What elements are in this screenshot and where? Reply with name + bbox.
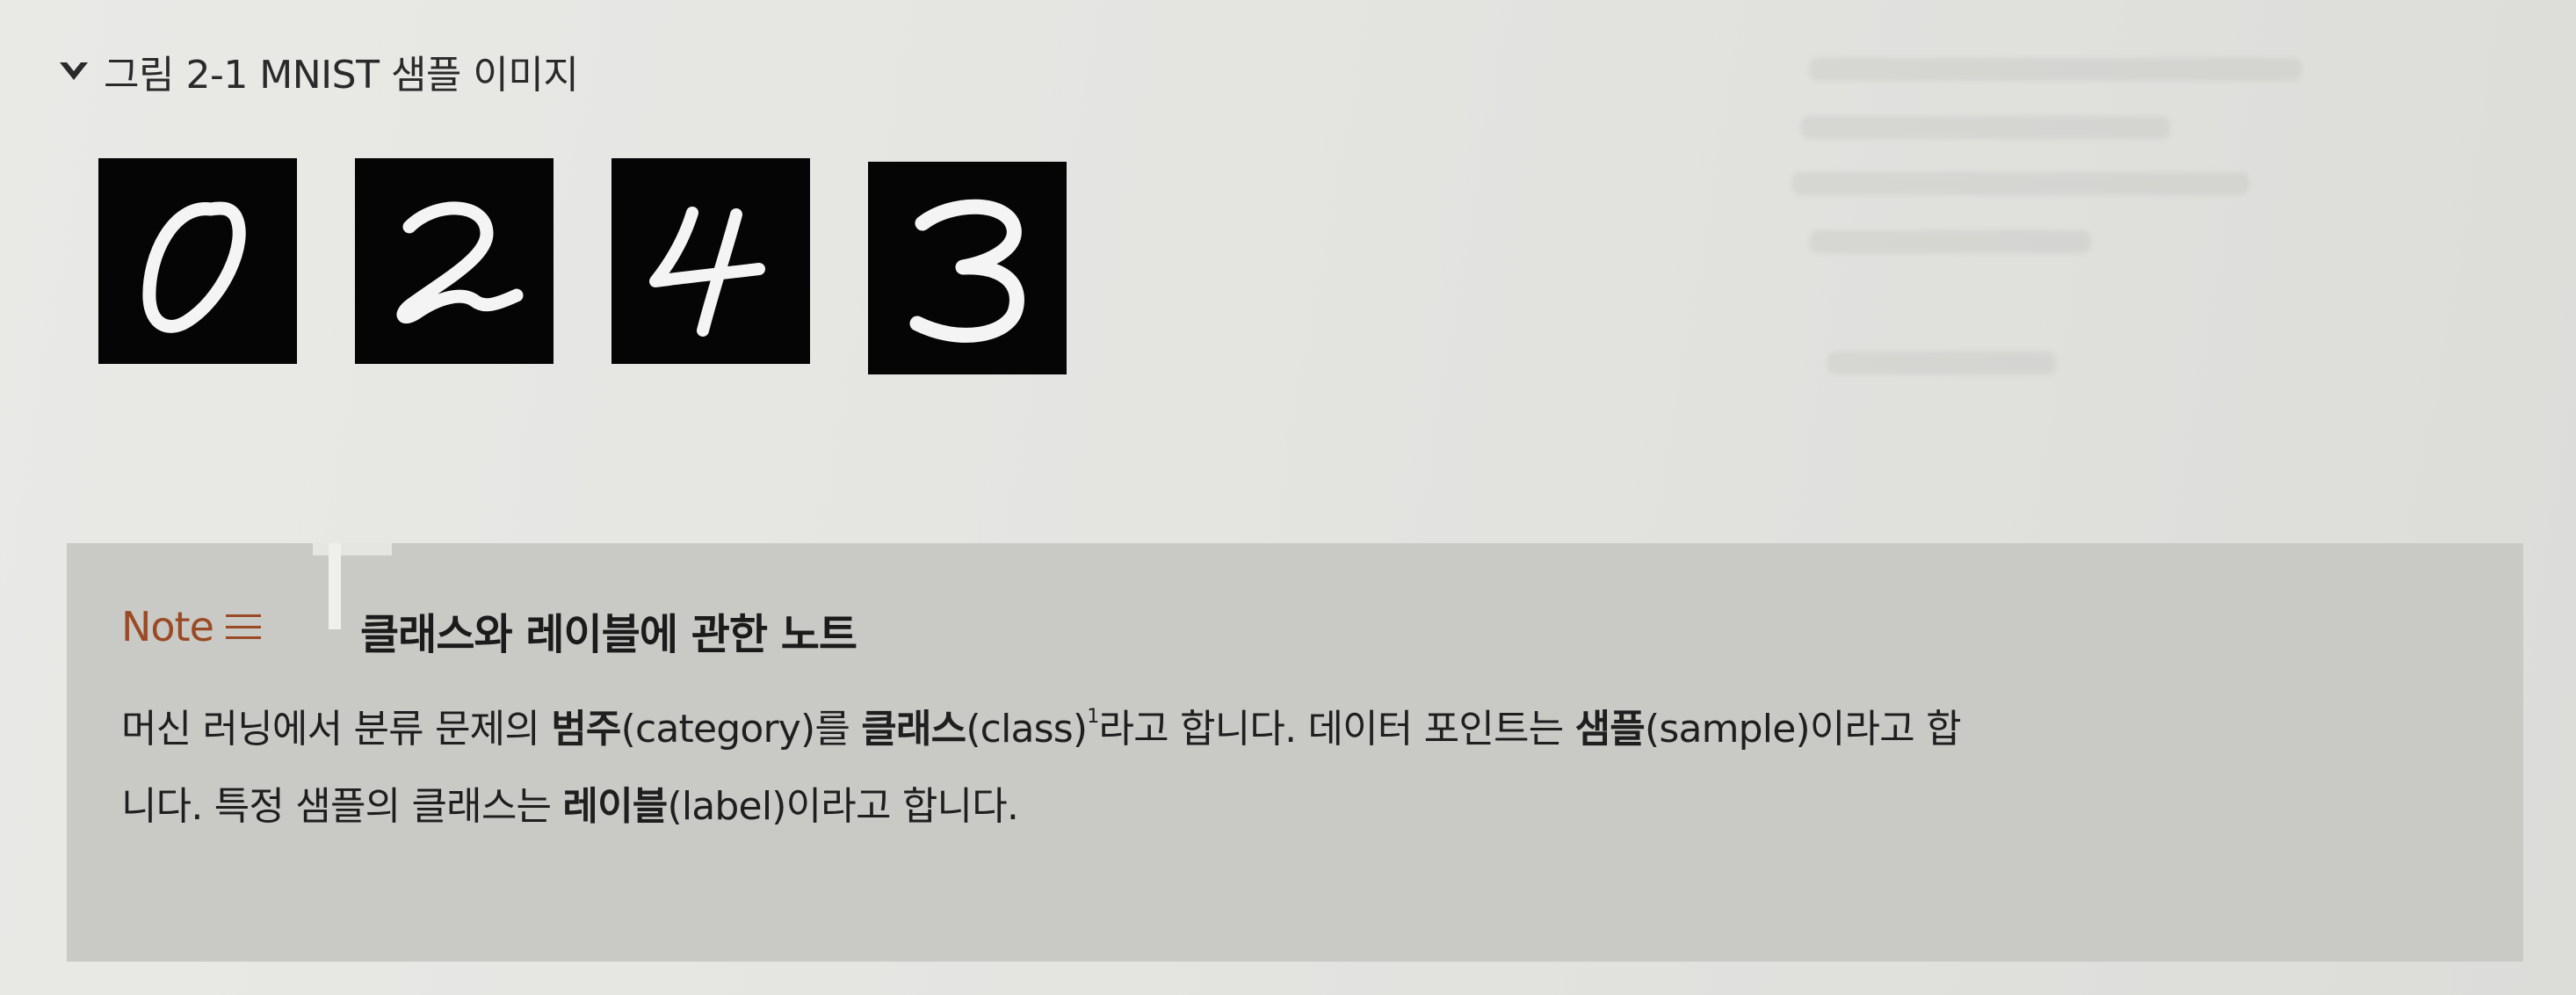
note-body: 머신 러닝에서 분류 문제의 범주(category)를 클래스(class)1… xyxy=(121,691,2493,846)
digit-2-glyph xyxy=(396,201,524,323)
bleed-through-text xyxy=(1810,230,2091,253)
bleed-through-text xyxy=(1801,116,2170,139)
bleed-through-text xyxy=(1827,352,2056,374)
term-class: 클래스 xyxy=(861,707,966,752)
footnote-marker: 1 xyxy=(1087,706,1099,728)
note-body-line: 니다. 특정 샘플의 클래스는 레이블(label)이라고 합니다. xyxy=(121,784,1019,829)
figure-caption: 그림 2-1 MNIST 샘플 이미지 xyxy=(56,40,579,102)
mnist-digit-image xyxy=(611,158,810,364)
note-tab-notch xyxy=(313,543,392,556)
note-body-line: 머신 러닝에서 분류 문제의 범주(category)를 클래스(class)1… xyxy=(121,706,1962,752)
note-box: Note 클래스와 레이블에 관한 노트 머신 러닝에서 분류 문제의 범주(c… xyxy=(67,543,2523,962)
chevron-down-icon xyxy=(60,62,88,80)
mnist-digit-image xyxy=(98,158,297,364)
term-category: 범주 xyxy=(551,707,621,752)
digit-0-glyph xyxy=(142,201,246,333)
note-label: Note xyxy=(121,603,261,650)
mnist-sample-images xyxy=(98,158,1067,374)
digit-4-glyph xyxy=(649,207,765,337)
bleed-through-text xyxy=(1810,58,2302,81)
term-label: 레이블 xyxy=(562,784,668,829)
mnist-digit-image xyxy=(868,162,1067,374)
note-title: 클래스와 레이블에 관한 노트 xyxy=(360,610,857,659)
mnist-digit-image xyxy=(355,158,554,364)
note-label-text: Note xyxy=(121,603,214,650)
digit-3-glyph xyxy=(909,199,1024,343)
figure-caption-text: 그림 2-1 MNIST 샘플 이미지 xyxy=(104,53,579,98)
term-sample: 샘플 xyxy=(1574,707,1646,752)
menu-lines-icon xyxy=(225,614,261,639)
bleed-through-text xyxy=(1792,172,2249,195)
note-divider xyxy=(329,543,341,629)
